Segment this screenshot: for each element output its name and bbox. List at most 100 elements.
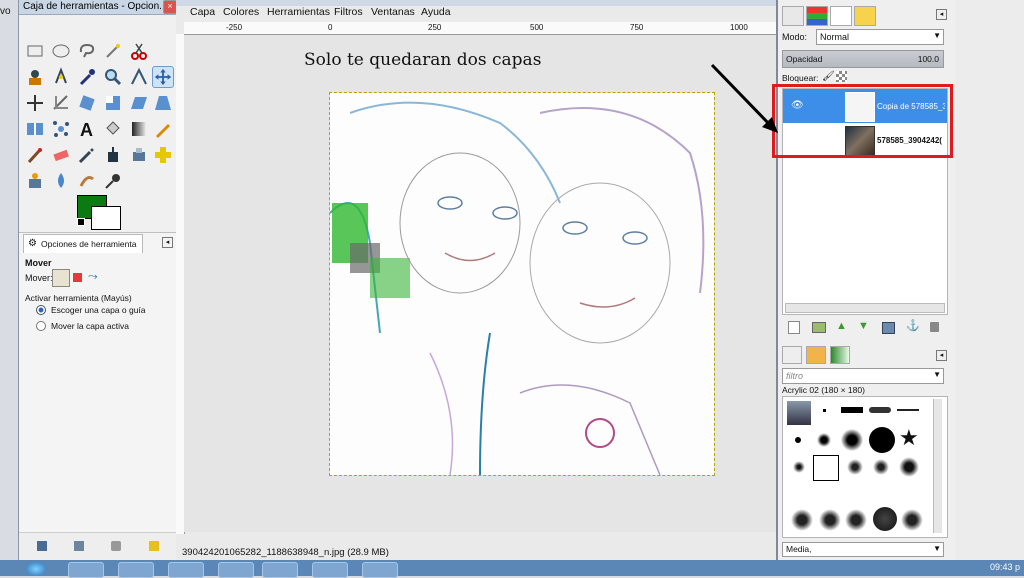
eraser-icon[interactable] <box>50 144 72 166</box>
dock-menu-icon[interactable]: ◂ <box>936 9 947 20</box>
menu-herramientas[interactable]: Herramientas <box>267 6 330 18</box>
zoom-icon[interactable] <box>102 66 124 88</box>
ellipse-select-icon[interactable] <box>50 40 72 62</box>
new-layer-icon[interactable] <box>788 321 800 334</box>
radio-pick-layer[interactable] <box>36 305 46 315</box>
smudge-icon[interactable] <box>76 170 98 192</box>
tab-tool-options[interactable]: ⚙ Opciones de herramienta <box>23 234 143 253</box>
horizontal-scrollbar[interactable] <box>785 303 945 313</box>
airbrush-icon[interactable] <box>76 144 98 166</box>
cage-transform-icon[interactable] <box>50 118 72 140</box>
delete-layer-icon[interactable] <box>930 322 939 332</box>
mode-select[interactable]: Normal ▼ <box>816 29 944 45</box>
shear-icon[interactable] <box>128 92 150 114</box>
brush-thumb[interactable] <box>841 429 863 451</box>
align-icon[interactable] <box>24 92 46 114</box>
patterns-tab-icon[interactable] <box>806 346 826 364</box>
perspective-icon[interactable] <box>152 92 174 114</box>
brush-thumb[interactable] <box>901 509 923 531</box>
delete-options-icon[interactable] <box>111 541 121 551</box>
move-selection-mode-icon[interactable] <box>73 273 82 282</box>
gradients-tab-icon[interactable] <box>830 346 850 364</box>
dodge-burn-icon[interactable] <box>102 170 124 192</box>
save-options-icon[interactable] <box>37 541 47 551</box>
perspective-clone-icon[interactable] <box>24 170 46 192</box>
undo-tab-icon[interactable] <box>854 6 876 26</box>
paintbrush-icon[interactable] <box>24 144 46 166</box>
layers-tab-icon[interactable] <box>782 6 804 26</box>
reset-options-icon[interactable] <box>149 541 159 551</box>
menu-capa[interactable]: Capa <box>190 6 215 18</box>
scissors-icon[interactable] <box>128 40 150 62</box>
measure-icon[interactable] <box>128 66 150 88</box>
radio-move-active-layer[interactable] <box>36 321 46 331</box>
brush-thumb[interactable] <box>873 507 897 531</box>
brush-thumb[interactable] <box>869 427 895 453</box>
raise-layer-icon[interactable]: ▲ <box>836 320 847 332</box>
brush-thumb[interactable] <box>791 509 813 531</box>
default-colors-icon[interactable] <box>77 218 85 226</box>
background-color-swatch[interactable] <box>91 206 121 230</box>
flip-icon[interactable] <box>24 118 46 140</box>
duplicate-layer-icon[interactable] <box>882 322 895 334</box>
brushes-menu-icon[interactable]: ◂ <box>936 350 947 361</box>
move-tool-icon[interactable] <box>152 66 174 88</box>
menu-ventanas[interactable]: Ventanas <box>371 6 415 18</box>
paths-icon[interactable] <box>50 66 72 88</box>
start-button-icon[interactable] <box>26 562 46 576</box>
ink-icon[interactable] <box>102 144 124 166</box>
brushes-tab-icon[interactable] <box>782 346 802 364</box>
horizontal-ruler[interactable]: -250 0 250 500 750 1000 <box>184 22 778 35</box>
brush-thumb[interactable] <box>847 459 863 475</box>
image-canvas[interactable] <box>329 92 715 476</box>
move-layer-mode-icon[interactable] <box>52 269 70 287</box>
new-group-icon[interactable] <box>812 322 826 333</box>
gradient-icon[interactable] <box>128 118 150 140</box>
brush-grid[interactable]: ★ <box>782 396 948 538</box>
toolbox-titlebar[interactable]: Caja de herramientas - Opcion... × <box>19 0 177 15</box>
move-path-mode-icon[interactable]: ⤳ <box>88 269 98 284</box>
lock-alpha-icon[interactable] <box>836 71 847 82</box>
paths-tab-icon[interactable] <box>830 6 852 26</box>
brush-thumb[interactable] <box>869 407 891 413</box>
pencil-icon[interactable] <box>152 118 174 140</box>
panel-menu-icon[interactable]: ◂ <box>162 237 173 248</box>
brush-thumb[interactable] <box>897 409 919 411</box>
scale-icon[interactable] <box>102 92 124 114</box>
brush-thumb[interactable] <box>845 509 867 531</box>
brush-thumb[interactable] <box>819 509 841 531</box>
star-icon[interactable]: ★ <box>899 425 919 451</box>
lock-pixels-icon[interactable]: 🖌 <box>822 71 835 82</box>
brush-bottom-select[interactable]: Media, ▼ <box>782 542 944 557</box>
close-icon[interactable]: × <box>163 0 177 14</box>
lower-layer-icon[interactable]: ▼ <box>858 320 869 332</box>
menu-filtros[interactable]: Filtros <box>334 6 363 18</box>
bucket-fill-icon[interactable] <box>102 118 124 140</box>
brush-filter-input[interactable]: filtro ▼ <box>782 368 944 384</box>
brush-thumb-selected[interactable] <box>813 455 839 481</box>
brush-thumb[interactable] <box>787 401 811 425</box>
brush-thumb[interactable] <box>899 457 919 477</box>
rect-select-icon[interactable] <box>24 40 46 62</box>
color-picker-icon[interactable] <box>76 66 98 88</box>
heal-icon[interactable] <box>152 144 174 166</box>
opacity-slider[interactable]: Opacidad 100.0 <box>782 50 944 68</box>
brush-thumb[interactable] <box>823 409 826 412</box>
brush-thumb[interactable] <box>817 433 831 447</box>
brush-thumb[interactable] <box>795 437 801 443</box>
anchor-icon[interactable]: ⚓ <box>906 319 920 332</box>
menu-ayuda[interactable]: Ayuda <box>421 6 451 18</box>
canvas-area[interactable]: Solo te quedaran dos capas <box>184 35 778 532</box>
menu-colores[interactable]: Colores <box>223 6 259 18</box>
brush-thumb[interactable] <box>841 407 863 413</box>
text-tool-icon[interactable]: A <box>76 118 98 140</box>
brush-thumb[interactable] <box>793 461 805 473</box>
blur-icon[interactable] <box>50 170 72 192</box>
restore-options-icon[interactable] <box>74 541 84 551</box>
clone-icon[interactable] <box>128 144 150 166</box>
vertical-scrollbar[interactable] <box>933 399 942 533</box>
foreground-select-icon[interactable] <box>24 66 46 88</box>
lasso-icon[interactable] <box>76 40 98 62</box>
brush-thumb[interactable] <box>873 459 889 475</box>
fuzzy-select-icon[interactable] <box>102 40 124 62</box>
